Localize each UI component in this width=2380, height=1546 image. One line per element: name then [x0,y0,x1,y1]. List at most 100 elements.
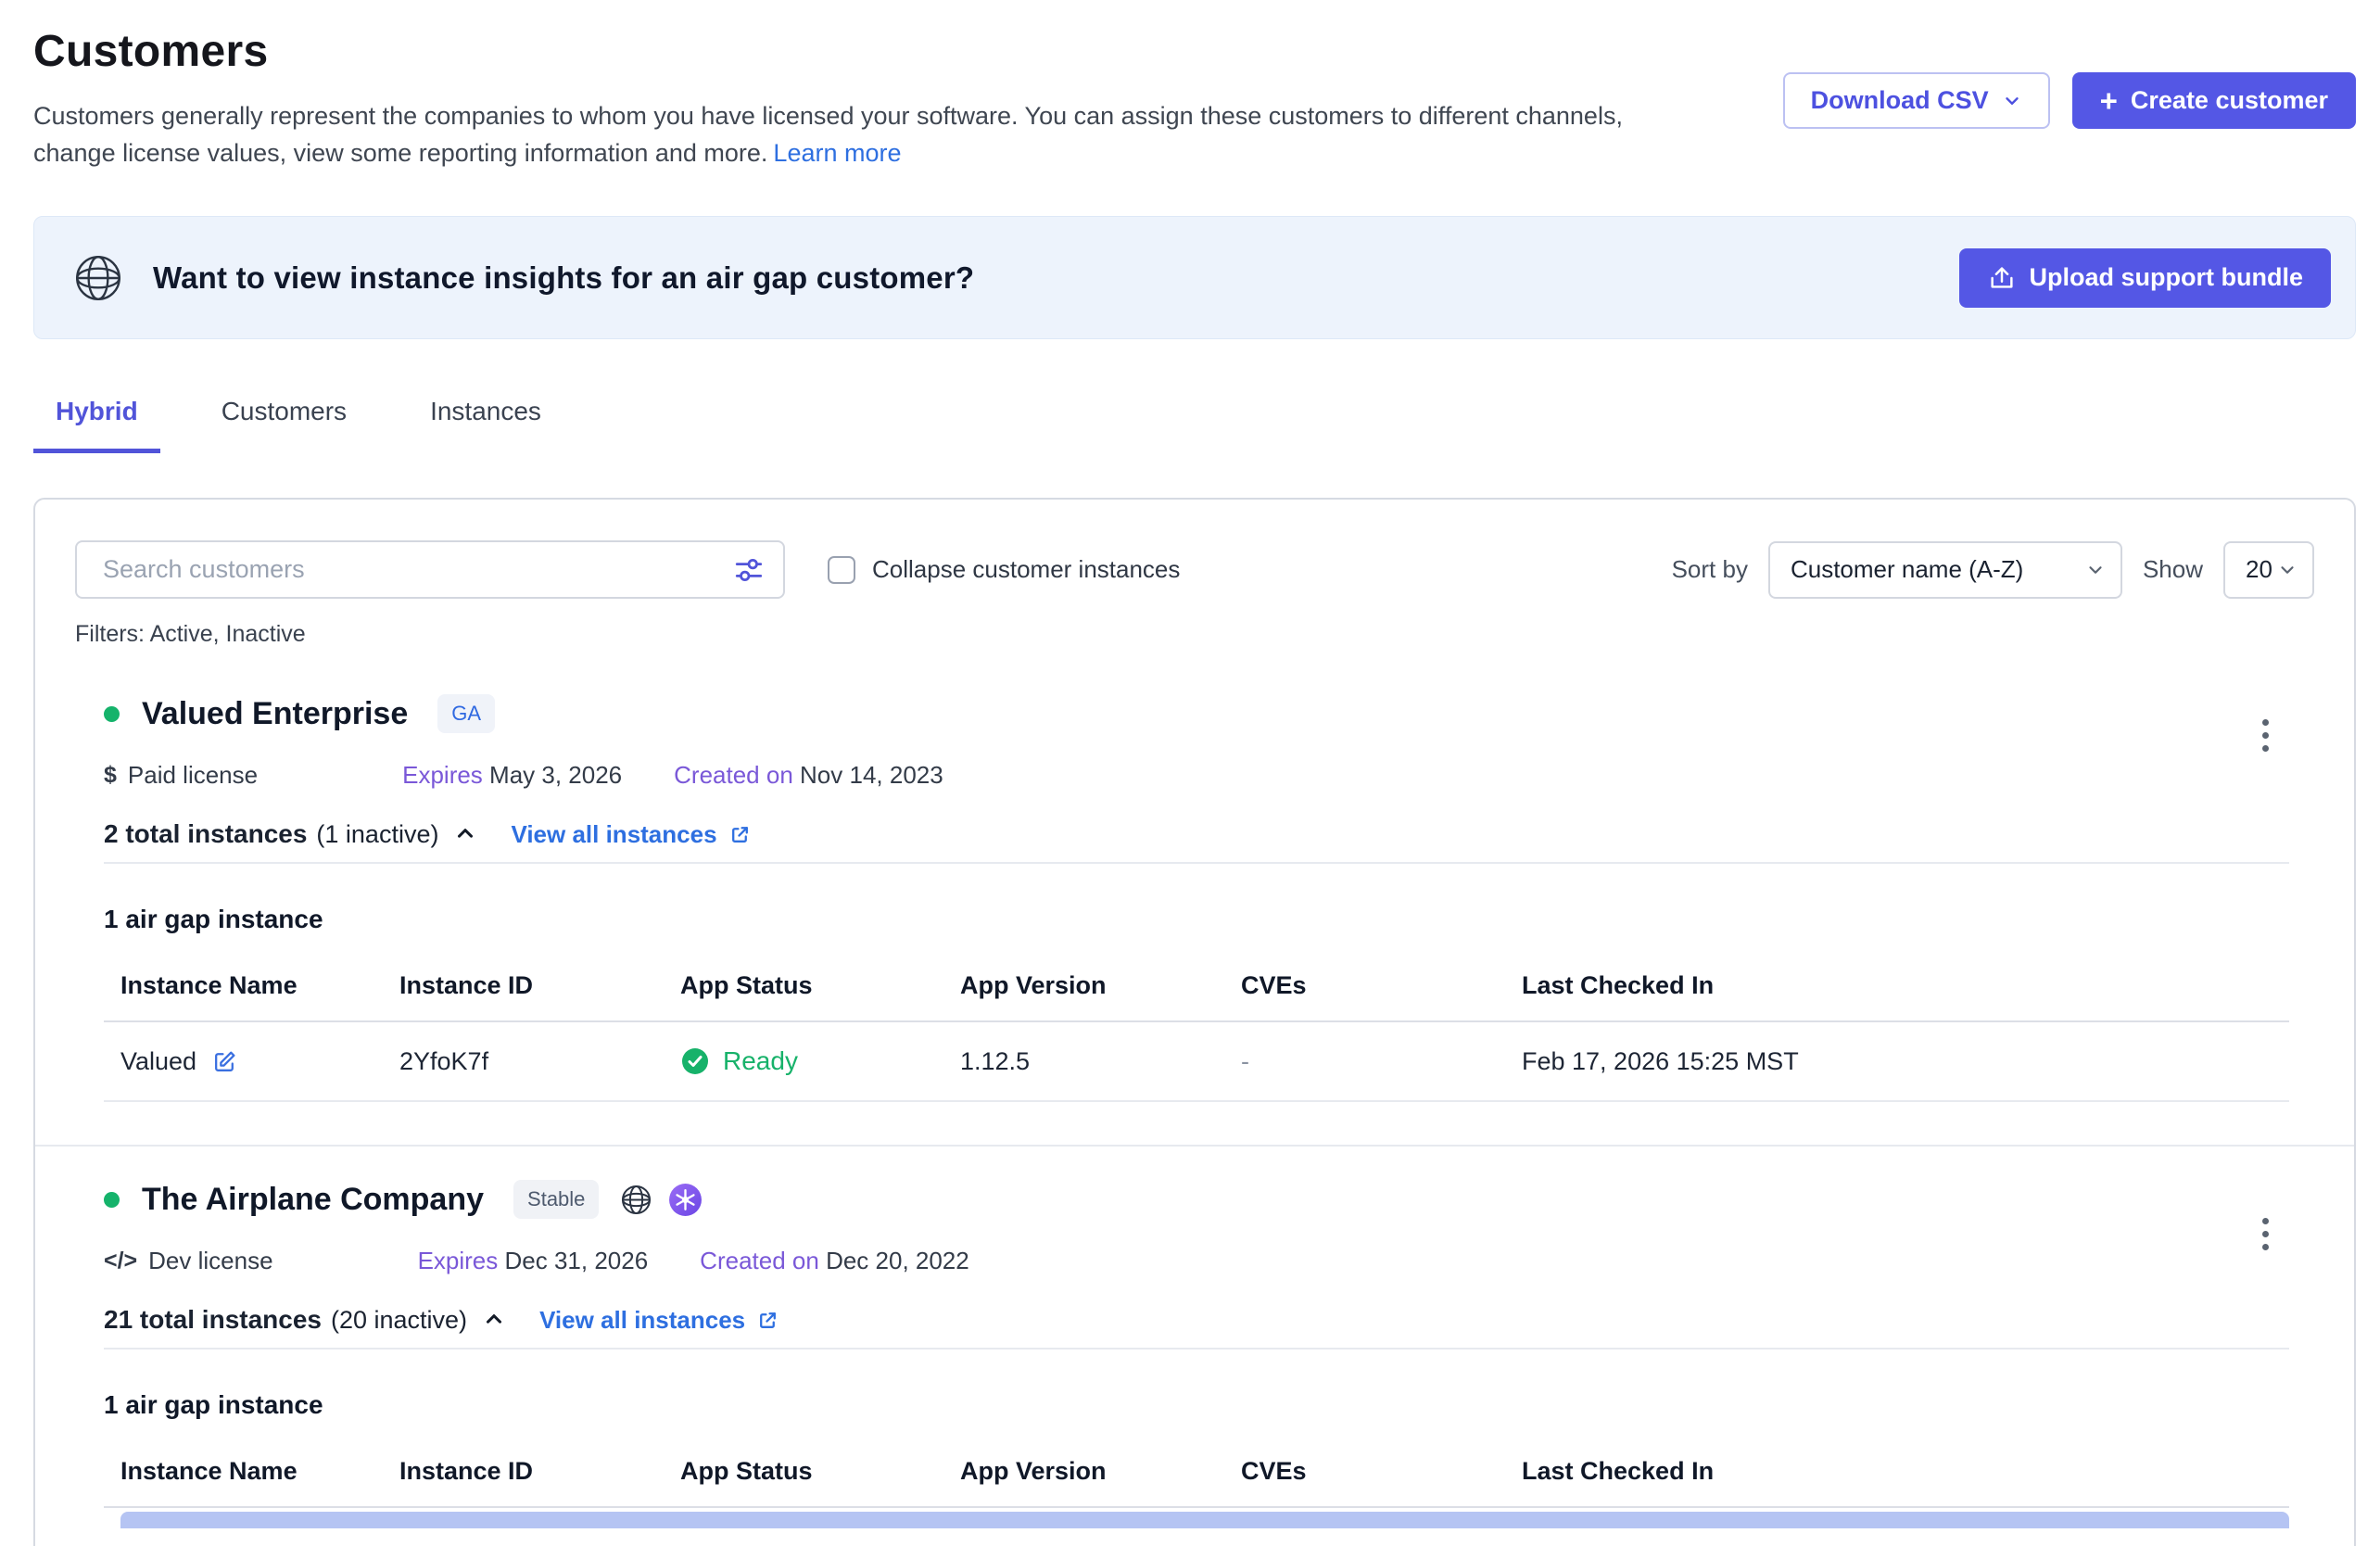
create-customer-button[interactable]: + Create customer [2072,72,2356,129]
expires-date: May 3, 2026 [489,761,622,789]
filter-icon[interactable] [733,554,765,586]
cves: - [1241,1047,1522,1076]
kubernetes-icon [668,1183,703,1217]
external-link-icon [728,823,752,846]
tab-hybrid[interactable]: Hybrid [33,397,160,453]
airgap-insights-banner: Want to view instance insights for an ai… [33,216,2356,339]
collapse-instances-control: Collapse customer instances [828,555,1180,584]
col-instance-name: Instance Name [120,1457,399,1486]
banner-title: Want to view instance insights for an ai… [153,260,974,296]
license-row: $ Paid license Expires May 3, 2026 Creat… [104,761,2289,790]
created-label: Created on [674,761,793,789]
show-select-value: 20 [2246,555,2272,584]
app-status: Ready [723,1046,798,1076]
table-header-row: Instance Name Instance ID App Status App… [104,971,2289,1022]
download-csv-label: Download CSV [1811,86,1989,115]
customers-card: Collapse customer instances Sort by Cust… [33,498,2356,1546]
col-cves: CVEs [1241,971,1522,1000]
sort-by-label: Sort by [1672,555,1748,584]
upload-support-bundle-label: Upload support bundle [2030,263,2303,292]
code-icon: </> [104,1248,137,1274]
instance-id: 2YfoK7f [399,1047,680,1076]
expires-meta: Expires Dec 31, 2026 [418,1247,649,1275]
view-all-instances-link[interactable]: View all instances [511,820,751,849]
instances-total: 21 total instances [104,1305,322,1335]
edit-icon[interactable] [211,1048,238,1075]
col-instance-id: Instance ID [399,1457,680,1486]
airgap-instances-table: Instance Name Instance ID App Status App… [104,971,2289,1102]
license-type-label: Paid license [128,761,258,790]
created-date: Dec 20, 2022 [826,1247,969,1274]
divider [104,1348,2289,1350]
customer-name[interactable]: Valued Enterprise [142,696,408,732]
customer-menu-button[interactable] [2259,1208,2272,1261]
collapse-chevron-up-icon[interactable] [453,822,477,846]
col-app-version: App Version [960,1457,1241,1486]
expires-label: Expires [402,761,483,789]
toolbar: Collapse customer instances Sort by Cust… [35,500,2354,599]
plus-icon: + [2100,85,2118,116]
active-status-dot [104,1192,120,1208]
channel-badge: Stable [513,1180,599,1219]
collapse-chevron-up-icon[interactable] [482,1308,506,1332]
search-box [75,540,785,599]
expires-meta: Expires May 3, 2026 [402,761,622,790]
instances-inactive: (1 inactive) [316,820,438,849]
globe-icon [619,1183,653,1217]
download-csv-button[interactable]: Download CSV [1783,72,2050,129]
license-type-label: Dev license [148,1247,272,1275]
created-label: Created on [700,1247,819,1274]
tab-instances[interactable]: Instances [408,397,563,453]
license-type: $ Paid license [104,761,258,790]
view-all-instances-label: View all instances [539,1306,745,1335]
customer-section-the-airplane-company: The Airplane Company Stable [35,1147,2354,1528]
airgap-instances-heading: 1 air gap instance [104,905,2289,934]
globe-icon [71,251,125,305]
collapse-instances-label: Collapse customer instances [872,555,1180,584]
customer-menu-button[interactable] [2259,709,2272,762]
learn-more-link[interactable]: Learn more [773,139,901,167]
collapse-instances-checkbox[interactable] [828,556,855,584]
created-meta: Created on Nov 14, 2023 [674,761,943,790]
airgap-instances-heading: 1 air gap instance [104,1390,2289,1420]
instances-total: 2 total instances [104,819,307,849]
sort-select[interactable]: Customer name (A-Z) [1768,541,2122,599]
chevron-down-icon [2277,560,2298,580]
upload-icon [1987,263,2017,293]
tab-bar: Hybrid Customers Instances [33,397,2356,453]
active-filters-label: Filters: Active, Inactive [35,599,2354,648]
dollar-icon: $ [104,762,117,789]
active-status-dot [104,706,120,722]
toolbar-right: Sort by Customer name (A-Z) Show 20 [1672,541,2314,599]
show-select[interactable]: 20 [2223,541,2314,599]
customer-header: Valued Enterprise GA [104,694,2289,733]
instances-summary-row: 2 total instances (1 inactive) View all … [104,819,2289,849]
chevron-down-icon [2002,91,2022,111]
sort-select-value: Customer name (A-Z) [1791,555,2023,584]
view-all-instances-link[interactable]: View all instances [539,1306,779,1335]
customer-header: The Airplane Company Stable [104,1180,2289,1219]
table-header-row: Instance Name Instance ID App Status App… [104,1457,2289,1508]
instances-inactive: (20 inactive) [331,1306,467,1335]
created-date: Nov 14, 2023 [800,761,943,789]
col-last-checked-in: Last Checked In [1522,1457,2289,1486]
airgap-instances-table: Instance Name Instance ID App Status App… [104,1457,2289,1528]
header-actions: Download CSV + Create customer [1783,72,2356,129]
show-label: Show [2143,555,2203,584]
expires-date: Dec 31, 2026 [505,1247,649,1274]
col-app-version: App Version [960,971,1241,1000]
instances-summary-row: 21 total instances (20 inactive) View al… [104,1305,2289,1335]
license-type: </> Dev license [104,1247,273,1275]
external-link-icon [756,1309,779,1332]
customer-name[interactable]: The Airplane Company [142,1182,484,1218]
search-input[interactable] [75,540,785,599]
col-last-checked-in: Last Checked In [1522,971,2289,1000]
expires-label: Expires [418,1247,499,1274]
install-type-icons [619,1183,703,1217]
tab-customers[interactable]: Customers [199,397,369,453]
col-app-status: App Status [680,1457,960,1486]
instance-name: Valued [120,1047,196,1076]
col-instance-id: Instance ID [399,971,680,1000]
upload-support-bundle-button[interactable]: Upload support bundle [1959,248,2331,308]
divider [104,862,2289,864]
